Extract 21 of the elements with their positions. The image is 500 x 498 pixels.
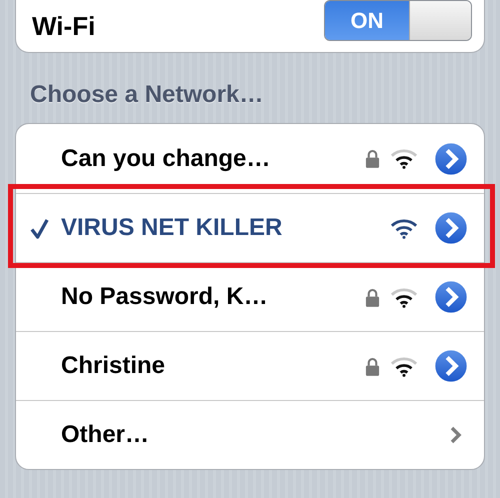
network-name: Christine	[61, 352, 166, 380]
network-name: VIRUS NET KILLER	[61, 214, 284, 242]
checkmark-icon	[30, 218, 49, 238]
network-name: No Password, K…	[61, 283, 269, 311]
detail-disclosure-icon[interactable]	[432, 278, 470, 316]
detail-disclosure-icon[interactable]	[432, 209, 470, 247]
network-row[interactable]: Can you change…	[16, 124, 484, 193]
network-name: Other…	[61, 421, 150, 449]
network-name: Can you change…	[61, 144, 272, 172]
wifi-signal-icon	[390, 218, 418, 238]
network-row[interactable]: Other…	[16, 400, 484, 469]
network-row[interactable]: Christine	[16, 331, 484, 400]
wifi-signal-icon	[390, 286, 418, 308]
network-row[interactable]: No Password, K…	[16, 262, 484, 331]
wifi-label: Wi-Fi	[32, 10, 96, 42]
network-row[interactable]: VIRUS NET KILLER	[16, 193, 484, 262]
wifi-signal-icon	[390, 148, 418, 169]
chevron-icon	[450, 426, 462, 444]
wifi-signal-icon	[390, 356, 418, 376]
section-title: Choose a Network…	[29, 80, 264, 110]
detail-disclosure-icon[interactable]	[432, 347, 470, 385]
